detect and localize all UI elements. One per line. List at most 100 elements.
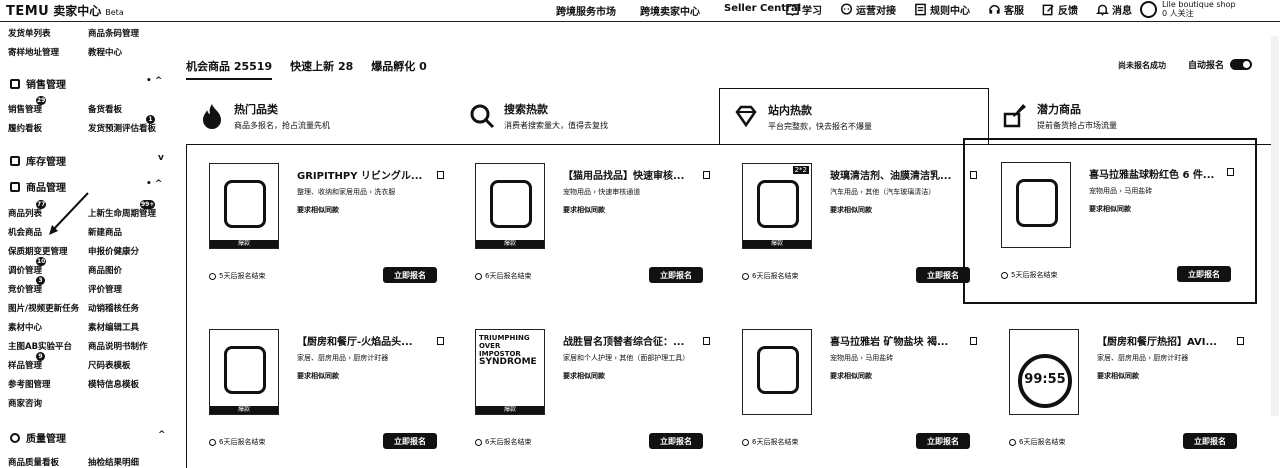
sidebar-item-goods[interactable]: 申报价健康分	[88, 245, 139, 257]
product-card[interactable]: 2*2 爆款 玻璃清洁剂、油膜清洁乳... 汽车用品 › 其他（汽车玻璃清洁） 要求相似…	[720, 145, 982, 291]
similar-link[interactable]: 要求相似同款	[830, 205, 872, 215]
section-toggle[interactable]: • ^	[146, 179, 162, 189]
register-button[interactable]: 立即报名	[916, 267, 970, 283]
similar-link[interactable]: 要求相似同款	[563, 371, 605, 381]
register-button[interactable]: 立即报名	[649, 267, 703, 283]
product-thumbnail[interactable]: 爆款	[475, 163, 545, 249]
sidebar-item[interactable]: 教程中心	[88, 46, 122, 58]
sidebar-item-goods[interactable]: 竞价管理	[8, 283, 42, 295]
product-title[interactable]: 【厨房和餐厅-火焰品头...	[297, 333, 435, 348]
product-thumbnail[interactable]	[1001, 162, 1071, 248]
tab-quick-launch[interactable]: 快速上新 28	[290, 58, 353, 80]
section-quality[interactable]: 质量管理	[10, 430, 66, 445]
sidebar-item-goods[interactable]: 参考图管理	[8, 378, 51, 390]
sidebar-item[interactable]: 备货看板	[88, 103, 122, 115]
product-title[interactable]: 【猫用品找品】快速审核...	[563, 167, 701, 182]
register-button[interactable]: 立即报名	[1177, 266, 1231, 282]
product-card[interactable]: 喜马拉雅岩 矿物盐块 褐... 宠物用品 › 马用盐砖 要求相似同款 6天后报名结束 立…	[720, 311, 982, 457]
sidebar-item-goods[interactable]: 动销稽核任务	[88, 302, 139, 314]
sidebar-item-goods[interactable]: 模特信息模板	[88, 378, 139, 390]
auto-register-toggle[interactable]	[1230, 59, 1253, 70]
product-thumbnail[interactable]: 爆款	[209, 329, 279, 415]
tab-search-hot[interactable]: 搜索热款 消费者搜索量大，值得去复找	[456, 88, 726, 144]
copy-icon[interactable]	[703, 171, 710, 179]
copy-icon[interactable]	[437, 171, 444, 179]
register-button[interactable]: 立即报名	[383, 433, 437, 449]
product-title[interactable]: 玻璃清洁剂、油膜清洁乳...	[830, 167, 968, 182]
sidebar-item[interactable]: 商品条码管理	[88, 27, 139, 39]
product-thumbnail[interactable]	[742, 329, 812, 415]
copy-icon[interactable]	[1237, 337, 1244, 345]
product-title[interactable]: GRIPITHPY リビングル...	[297, 167, 435, 182]
product-thumbnail[interactable]: TRIUMPHING OVER IMPOSTOR SYNDROME 爆款	[475, 329, 545, 415]
sidebar-item-goods[interactable]: 机会商品	[8, 226, 42, 238]
brand[interactable]: TEMU 卖家中心 Beta	[6, 2, 124, 19]
product-title[interactable]: 喜马拉雅盐球粉红色 6 件...	[1089, 166, 1227, 181]
section-toggle[interactable]: v	[158, 153, 164, 163]
similar-link[interactable]: 要求相似同款	[830, 371, 872, 381]
tool-learn[interactable]: 学习	[786, 2, 822, 17]
sidebar-item-goods[interactable]: 调价管理	[8, 264, 42, 276]
tab-potential[interactable]: 潜力商品 提前备货抢占市场流量	[989, 88, 1259, 144]
tool-rules[interactable]: 规则中心	[914, 2, 970, 17]
section-toggle[interactable]: • ^	[146, 76, 162, 86]
section-inventory[interactable]: 库存管理	[10, 153, 66, 168]
not-registered-link[interactable]: 尚未报名成功	[1118, 60, 1166, 71]
product-card[interactable]: 喜马拉雅盐球粉红色 6 件... 宠物用品 › 马用盐砖 要求相似同款 5天后报名结束…	[963, 138, 1257, 304]
tab-hot-incubate[interactable]: 爆品孵化 0	[371, 58, 426, 80]
sidebar-item-goods[interactable]: 尺码表模板	[88, 359, 131, 371]
sidebar-item-goods[interactable]: 素材中心	[8, 321, 42, 333]
shop-account[interactable]: Lile boutique shop 0 人关注	[1140, 0, 1236, 18]
similar-link[interactable]: 要求相似同款	[563, 205, 605, 215]
product-thumbnail[interactable]: 爆款	[209, 163, 279, 249]
tab-opportunity[interactable]: 机会商品 25519	[186, 58, 273, 80]
tab-site-hot[interactable]: 站内热款 平台完整款，快去报名不爆量	[719, 88, 989, 145]
sidebar-item-goods[interactable]: 商品列表	[8, 207, 42, 219]
register-button[interactable]: 立即报名	[916, 433, 970, 449]
similar-link[interactable]: 要求相似同款	[297, 205, 339, 215]
copy-icon[interactable]	[703, 337, 710, 345]
nav-crossborder-seller[interactable]: 跨境卖家中心	[640, 3, 700, 18]
product-card[interactable]: 爆款 【猫用品找品】快速审核... 宠物用品 › 快速审核通道 要求相似同款 6天后报名…	[453, 145, 715, 291]
sidebar-item[interactable]: 发货预测评估看板	[88, 122, 156, 134]
sidebar-item-goods[interactable]: 商品说明书制作	[88, 340, 148, 352]
product-title[interactable]: 【厨房和餐厅热招】AVI...	[1097, 333, 1235, 348]
tool-operations[interactable]: 运营对接	[840, 2, 896, 17]
sidebar-item[interactable]: 寄样地址管理	[8, 46, 59, 58]
scrollbar[interactable]	[1271, 36, 1279, 416]
tool-service[interactable]: 客服	[988, 2, 1024, 17]
similar-link[interactable]: 要求相似同款	[297, 371, 339, 381]
sidebar-item-goods[interactable]: 保质期变更管理	[8, 245, 68, 257]
sidebar-item-goods[interactable]: 图片/视频更新任务	[8, 302, 79, 314]
sidebar-item-goods[interactable]: 样品管理	[8, 359, 42, 371]
product-card[interactable]: 99:55 【厨房和餐厅热招】AVI... 家居、厨房用品 › 厨房计时器 要求相似同…	[987, 311, 1249, 457]
sidebar-item[interactable]: 商品质量看板	[8, 456, 59, 468]
product-title[interactable]: 战胜冒名顶替者综合征：...	[563, 333, 701, 348]
product-card[interactable]: 爆款 【厨房和餐厅-火焰品头... 家居、厨房用品 › 厨房计时器 要求相似同款 6天后…	[187, 311, 449, 457]
sidebar-item-goods[interactable]: 新建商品	[88, 226, 122, 238]
sidebar-item-goods[interactable]: 素材编辑工具	[88, 321, 139, 333]
product-thumbnail[interactable]: 2*2 爆款	[742, 163, 812, 249]
sidebar-item-sales[interactable]: 销售管理	[8, 103, 42, 115]
sidebar-item[interactable]: 履约看板	[8, 122, 42, 134]
sidebar-item-goods[interactable]: 商家咨询	[8, 397, 42, 409]
tool-feedback[interactable]: 反馈	[1042, 2, 1078, 17]
copy-icon[interactable]	[970, 337, 977, 345]
register-button[interactable]: 立即报名	[383, 267, 437, 283]
tool-messages[interactable]: 消息	[1096, 2, 1132, 17]
sidebar-item-goods[interactable]: 主图AB实验平台	[8, 340, 72, 352]
sidebar-item[interactable]: 发货单列表	[8, 27, 51, 39]
nav-service-market[interactable]: 跨境服务市场	[556, 3, 616, 18]
copy-icon[interactable]	[437, 337, 444, 345]
product-card[interactable]: TRIUMPHING OVER IMPOSTOR SYNDROME 爆款 战胜冒名顶替者…	[453, 311, 715, 457]
similar-link[interactable]: 要求相似同款	[1097, 371, 1139, 381]
register-button[interactable]: 立即报名	[649, 433, 703, 449]
sidebar-item-goods[interactable]: 评价管理	[88, 283, 122, 295]
product-thumbnail[interactable]: 99:55	[1009, 329, 1079, 415]
section-toggle[interactable]: ^	[158, 430, 166, 440]
register-button[interactable]: 立即报名	[1183, 433, 1237, 449]
product-title[interactable]: 喜马拉雅岩 矿物盐块 褐...	[830, 333, 968, 348]
copy-icon[interactable]	[1227, 168, 1234, 176]
section-sales[interactable]: 销售管理	[10, 76, 66, 91]
sidebar-item[interactable]: 抽检结果明细	[88, 456, 139, 468]
